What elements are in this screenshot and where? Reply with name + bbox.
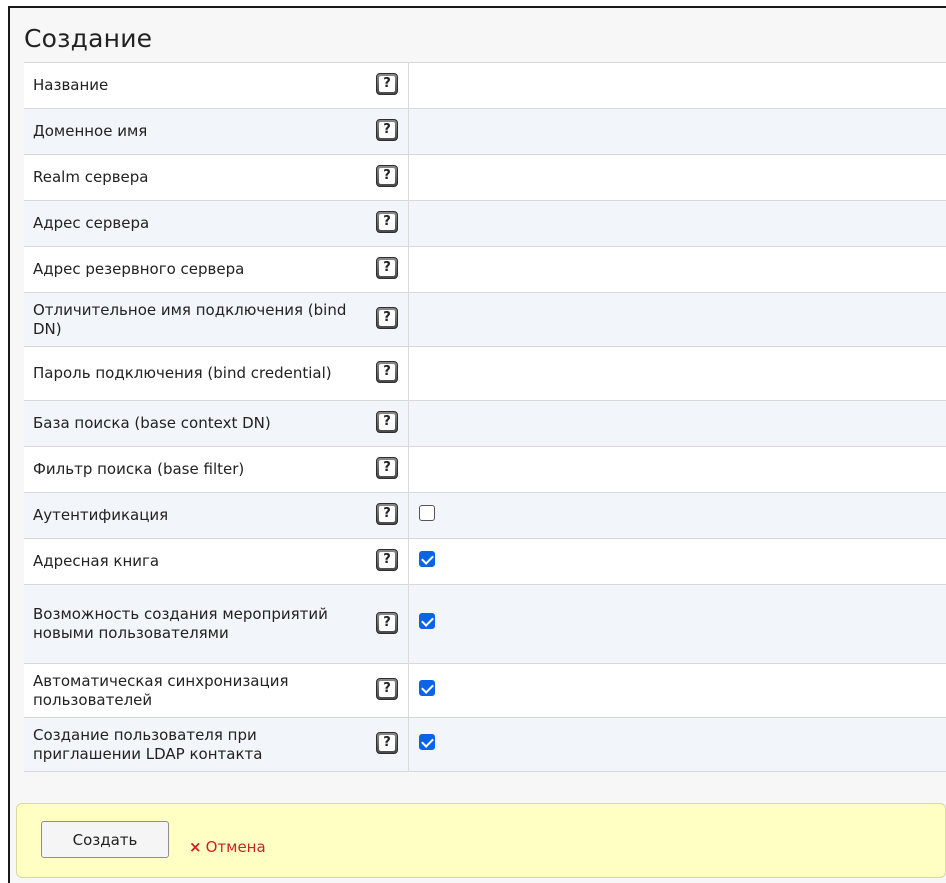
form-row-domain: Доменное имя ? [24,108,946,155]
realm-field[interactable] [408,154,946,201]
bind-dn-field[interactable] [408,292,946,347]
field-label: Отличительное имя подключения (bind DN) [24,292,366,347]
field-label: Название [24,62,366,109]
bind-credential-field[interactable] [408,346,946,401]
help-icon[interactable]: ? [376,257,398,279]
help-icon[interactable]: ? [376,119,398,141]
form-row-bind-credential: Пароль подключения (bind credential) ? [24,346,946,401]
form-row-server-address: Адрес сервера ? [24,200,946,247]
help-icon[interactable]: ? [376,457,398,479]
field-label: Адрес резервного сервера [24,246,366,293]
form-row-event-creation: Возможность создания мероприятий новыми … [24,584,946,664]
form-row-address-book: Адресная книга ? [24,538,946,585]
field-label: Автоматическая синхронизация пользовател… [24,663,366,718]
field-label: Realm сервера [24,154,366,201]
field-label: База поиска (base context DN) [24,400,366,447]
help-icon[interactable]: ? [376,732,398,754]
settings-table: Название ? Доменное имя ? Realm сервера … [24,62,946,772]
action-bar: Создать × Отмена [16,803,946,878]
help-icon[interactable]: ? [376,611,398,634]
base-context-field[interactable] [408,400,946,447]
close-icon: × [189,838,202,856]
form-row-bind-dn: Отличительное имя подключения (bind DN) … [24,292,946,347]
field-label: Адресная книга [24,538,366,585]
form-row-auto-sync: Автоматическая синхронизация пользовател… [24,663,946,718]
help-icon[interactable]: ? [376,549,398,571]
field-label: Возможность создания мероприятий новыми … [24,584,366,664]
help-icon[interactable]: ? [376,165,398,187]
help-icon[interactable]: ? [376,503,398,525]
server-address-field[interactable] [408,200,946,247]
form-row-authentication: Аутентификация ? [24,492,946,539]
form-panel: Создание Название ? Доменное имя ? Realm… [8,6,946,883]
page-title: Создание [24,24,153,53]
form-row-backup-server: Адрес резервного сервера ? [24,246,946,293]
field-label: Доменное имя [24,108,366,155]
base-filter-field[interactable] [408,446,946,493]
ldap-invite-checkbox[interactable] [419,733,435,750]
help-icon[interactable]: ? [376,411,398,433]
auto-sync-checkbox[interactable] [419,679,435,696]
form-row-ldap-invite: Создание пользователя при приглашении LD… [24,717,946,772]
form-row-base-context: База поиска (base context DN) ? [24,400,946,447]
form-row-base-filter: Фильтр поиска (base filter) ? [24,446,946,493]
help-icon[interactable]: ? [376,211,398,233]
event-creation-checkbox[interactable] [419,613,435,629]
help-icon[interactable]: ? [376,678,398,700]
cancel-link[interactable]: × Отмена [189,838,266,856]
field-label: Фильтр поиска (base filter) [24,446,366,493]
field-label: Создание пользователя при приглашении LD… [24,717,366,772]
help-icon[interactable]: ? [376,307,398,329]
address-book-checkbox[interactable] [419,550,435,567]
field-label: Адрес сервера [24,200,366,247]
cancel-label: Отмена [205,838,266,856]
help-icon[interactable]: ? [376,361,398,383]
name-field[interactable] [408,62,946,109]
help-icon[interactable]: ? [376,73,398,95]
field-label: Пароль подключения (bind credential) [24,346,366,401]
field-label: Аутентификация [24,492,366,539]
form-row-name: Название ? [24,62,946,109]
create-button[interactable]: Создать [41,821,169,858]
domain-field[interactable] [408,108,946,155]
form-row-realm: Realm сервера ? [24,154,946,201]
authentication-checkbox[interactable] [419,504,435,521]
backup-server-field[interactable] [408,246,946,293]
